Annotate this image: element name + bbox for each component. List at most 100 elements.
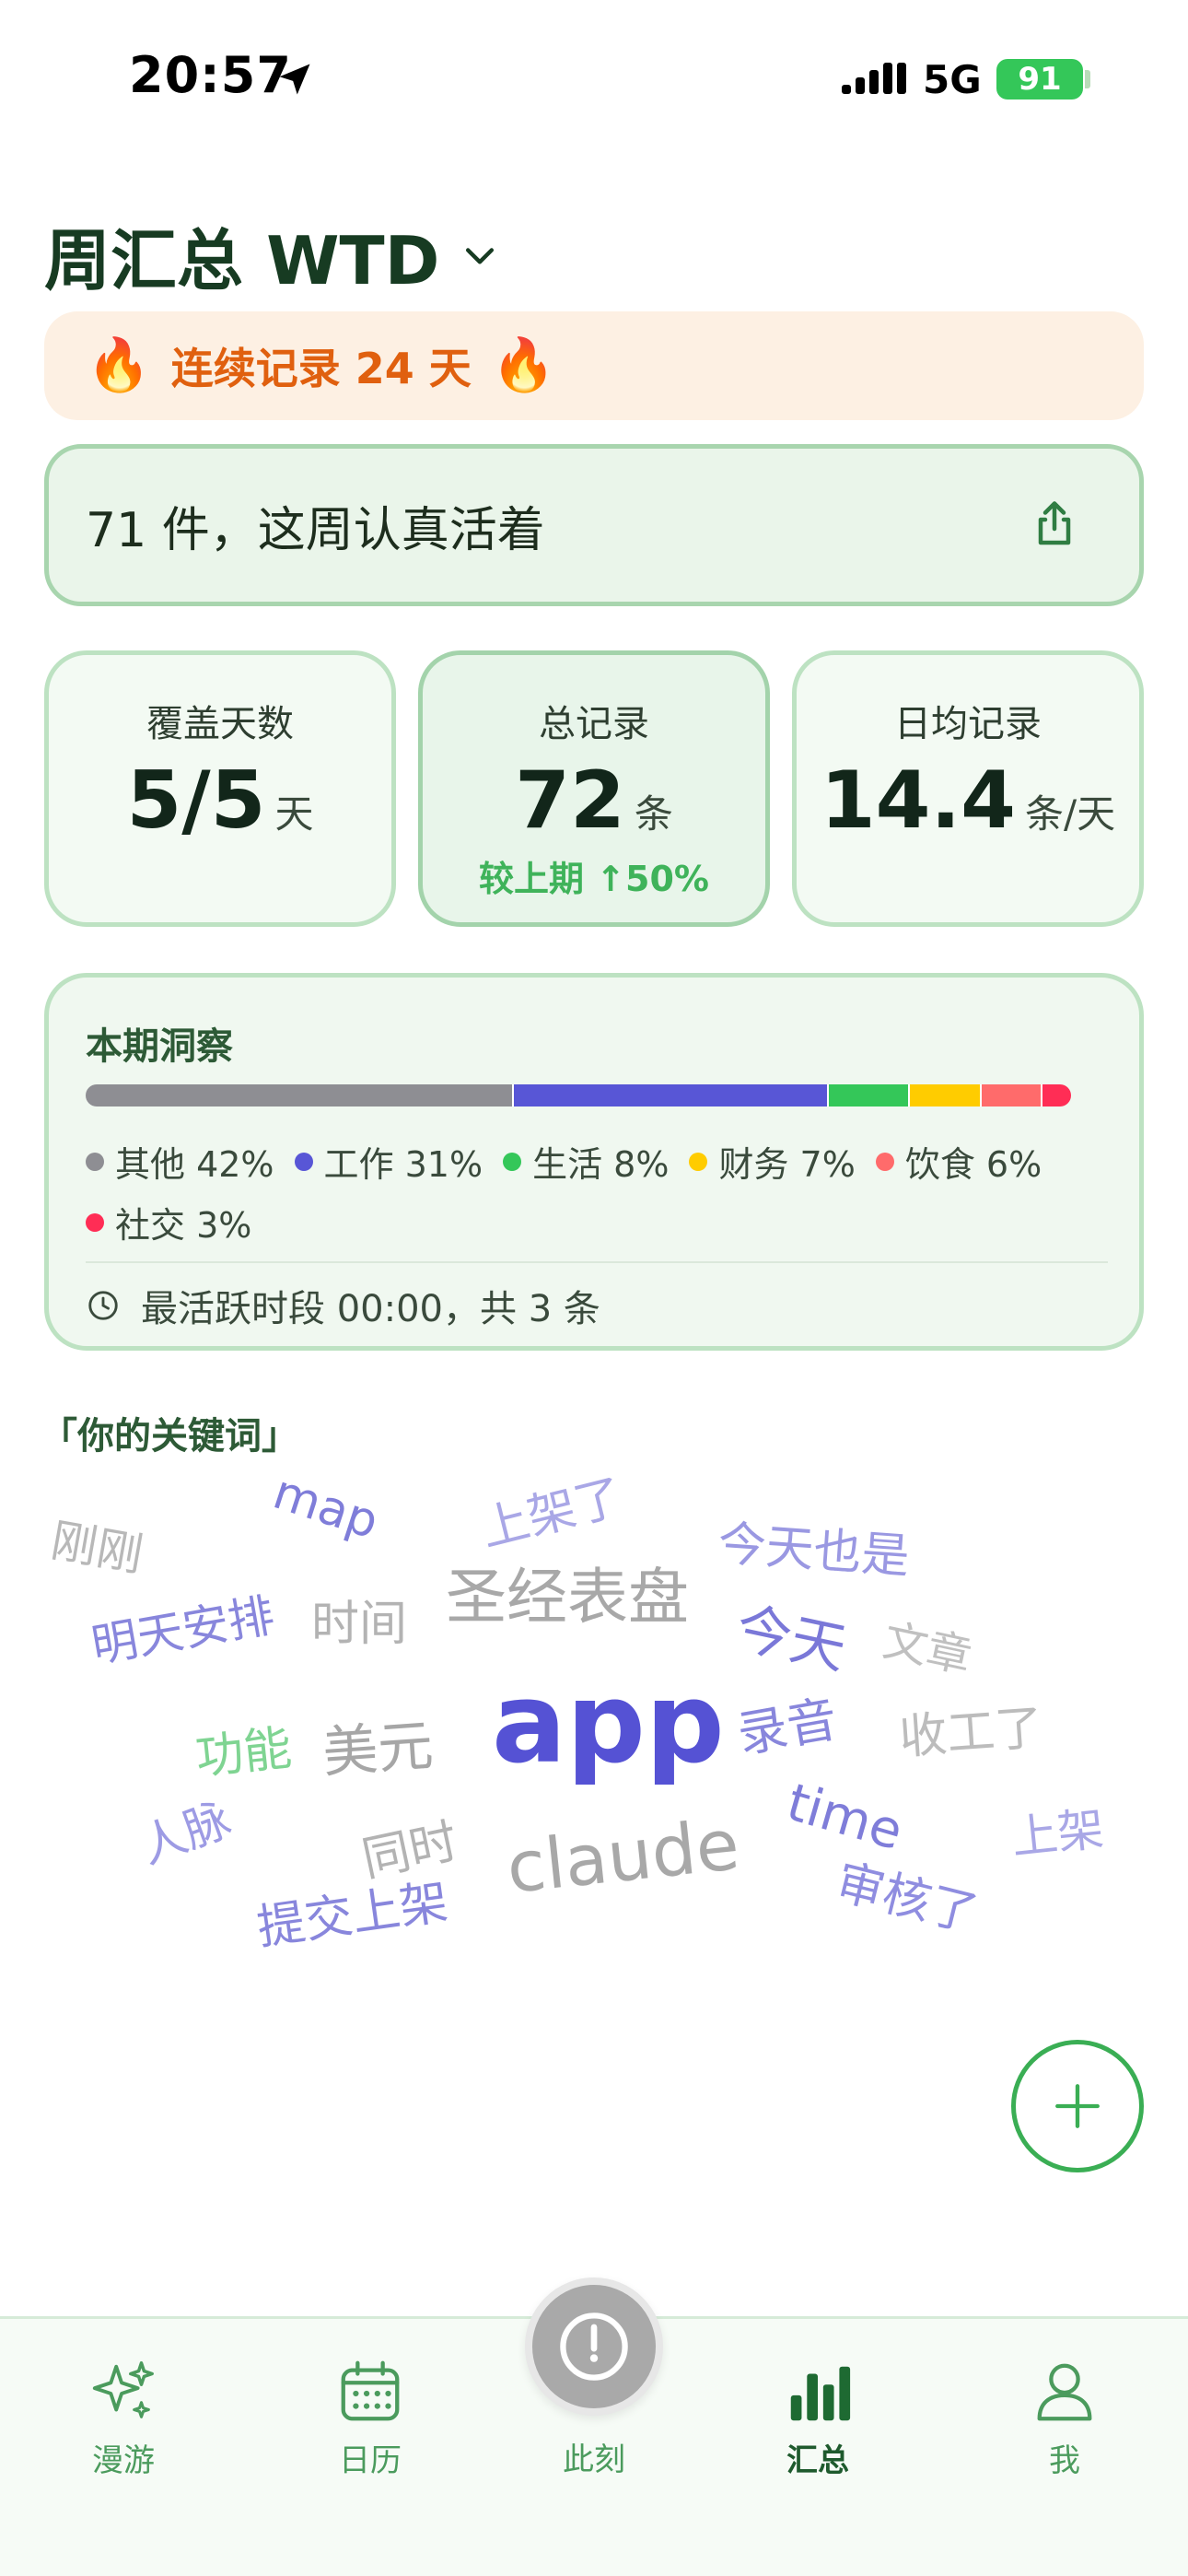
- legend-label: 其他 42%: [115, 1144, 274, 1185]
- add-record-button[interactable]: [1011, 2040, 1144, 2172]
- keyword-cloud: 刚刚 map 上架了 圣经表盘 今天也是明天安排 时间 今天 文章功能 美元 app 录音 收工了人脉…: [0, 1456, 1188, 1990]
- legend-item: 生活 8%: [503, 1136, 669, 1187]
- tab-label: 汇总: [786, 2442, 849, 2479]
- sparkles-icon: [92, 2361, 154, 2418]
- share-icon[interactable]: [1027, 497, 1082, 552]
- legend-dot: [86, 1212, 104, 1232]
- page-title: 周汇总 WTD: [44, 222, 440, 299]
- bar-segment: [908, 1084, 980, 1107]
- chevron-down-icon: [466, 247, 495, 264]
- keyword-item[interactable]: 刚刚: [47, 1504, 149, 1585]
- flame-icon: 🔥: [87, 335, 151, 395]
- legend-label: 财务 7%: [718, 1144, 856, 1185]
- bar-segment: [827, 1084, 909, 1107]
- stat-label: 日均记录: [894, 703, 1042, 745]
- streak-banner: 🔥 连续记录 24 天 🔥: [44, 311, 1144, 420]
- clock-icon: [88, 1291, 118, 1320]
- bar-segment: [1040, 1084, 1071, 1107]
- stat-value: 72: [515, 755, 625, 847]
- legend-dot: [86, 1152, 104, 1171]
- active-period-text: 最活跃时段 00:00，共 3 条: [141, 1288, 600, 1330]
- keyword-item[interactable]: 美元: [320, 1701, 436, 1788]
- stat-unit: 天: [274, 791, 314, 837]
- keyword-item[interactable]: 今天也是: [716, 1505, 913, 1587]
- calendar-icon: [341, 2360, 400, 2421]
- insight-title: 本期洞察: [86, 1025, 233, 1068]
- stat-unit: 条/天: [1025, 791, 1116, 837]
- legend-label: 饮食 6%: [904, 1144, 1042, 1185]
- streak-text: 连续记录 24 天: [170, 344, 472, 393]
- tab-roam[interactable]: 漫游: [41, 2356, 206, 2480]
- legend-dot: [689, 1152, 708, 1171]
- keyword-item[interactable]: 提交上架: [252, 1863, 451, 1958]
- keyword-item[interactable]: app: [492, 1660, 725, 1788]
- stat-value: 14.4: [820, 755, 1017, 847]
- summary-text: 71 件，这周认真活着: [86, 502, 545, 558]
- location-arrow-icon: [279, 64, 310, 95]
- bar-segment: [512, 1084, 828, 1107]
- stat-label: 总记录: [539, 703, 649, 745]
- keyword-item[interactable]: 文章: [879, 1604, 978, 1685]
- stat-card-total-records: 总记录 72 条 较上期 ↑50%: [418, 650, 770, 927]
- tab-now-button[interactable]: [525, 2277, 663, 2416]
- keyword-item[interactable]: 今天: [729, 1583, 854, 1684]
- bar-segment: [979, 1084, 1041, 1107]
- keyword-item[interactable]: 圣经表盘: [446, 1548, 689, 1636]
- active-period-row: 最活跃时段 00:00，共 3 条: [86, 1272, 600, 1339]
- legend-item: 其他 42%: [86, 1136, 274, 1187]
- stat-card-coverage-days: 覆盖天数 5/5 天: [44, 650, 396, 927]
- legend-item: 财务 7%: [689, 1136, 856, 1187]
- stat-delta: 较上期 ↑50%: [478, 859, 710, 899]
- tab-label: 我: [1049, 2442, 1080, 2479]
- signal-icon: [842, 63, 906, 94]
- legend-label: 工作 31%: [323, 1144, 483, 1185]
- bar-chart-icon: [790, 2366, 851, 2421]
- tab-label: 漫游: [92, 2442, 155, 2479]
- tab-me[interactable]: 我: [982, 2356, 1147, 2480]
- status-time: 20:57: [129, 46, 292, 104]
- stat-card-daily-average: 日均记录 14.4 条/天: [792, 650, 1144, 927]
- tab-summary[interactable]: 汇总: [735, 2356, 901, 2480]
- keyword-item[interactable]: claude: [503, 1803, 743, 1909]
- battery-icon: 91: [996, 59, 1083, 100]
- network-type: 5G: [923, 57, 982, 102]
- keyword-item[interactable]: 明天安排: [86, 1578, 278, 1676]
- bar-segment: [86, 1084, 513, 1107]
- clock-icon: [560, 2313, 628, 2381]
- keyword-item[interactable]: 功能: [192, 1709, 295, 1787]
- status-bar: 20:57 5G 91: [0, 0, 1188, 157]
- tab-calendar[interactable]: 日历: [287, 2356, 453, 2480]
- legend-item: 饮食 6%: [875, 1136, 1042, 1187]
- keyword-item[interactable]: 上架了: [472, 1458, 629, 1560]
- keyword-item[interactable]: 录音: [731, 1678, 842, 1767]
- flame-icon: 🔥: [491, 335, 556, 395]
- legend-label: 社交 3%: [115, 1205, 252, 1246]
- keyword-item[interactable]: 时间: [311, 1585, 407, 1654]
- keyword-item[interactable]: 收工了: [897, 1689, 1045, 1768]
- legend-dot: [503, 1152, 522, 1171]
- legend-item: 工作 31%: [294, 1136, 483, 1187]
- person-icon: [1037, 2363, 1092, 2421]
- category-legend: 社交 3%: [86, 1197, 251, 1247]
- insight-card: 本期洞察 其他 42% 工作 31% 生活 8% 财务 7% 饮食 6% 社交 3% 最…: [44, 973, 1144, 1351]
- legend-label: 生活 8%: [532, 1144, 670, 1185]
- stat-value: 5/5: [126, 755, 266, 847]
- category-stacked-bar: [86, 1084, 1071, 1107]
- divider: [86, 1261, 1108, 1263]
- tab-label: 日历: [339, 2442, 402, 2479]
- battery-level: 91: [1018, 61, 1062, 98]
- keyword-item[interactable]: 审核了: [830, 1843, 986, 1945]
- battery-tip: [1085, 70, 1090, 88]
- keyword-item[interactable]: 上架: [1008, 1792, 1107, 1868]
- stat-unit: 条: [634, 791, 673, 837]
- summary-card: 71 件，这周认真活着: [44, 444, 1144, 606]
- period-selector[interactable]: 周汇总 WTD: [44, 206, 500, 303]
- legend-dot: [294, 1152, 313, 1171]
- keyword-item[interactable]: map: [267, 1465, 385, 1551]
- stat-label: 覆盖天数: [146, 703, 294, 745]
- plus-icon: [1055, 2084, 1100, 2128]
- legend-item: 社交 3%: [86, 1197, 251, 1247]
- keyword-item[interactable]: 人脉: [130, 1783, 239, 1877]
- legend-dot: [875, 1152, 894, 1171]
- tab-label: 此刻: [563, 2441, 625, 2478]
